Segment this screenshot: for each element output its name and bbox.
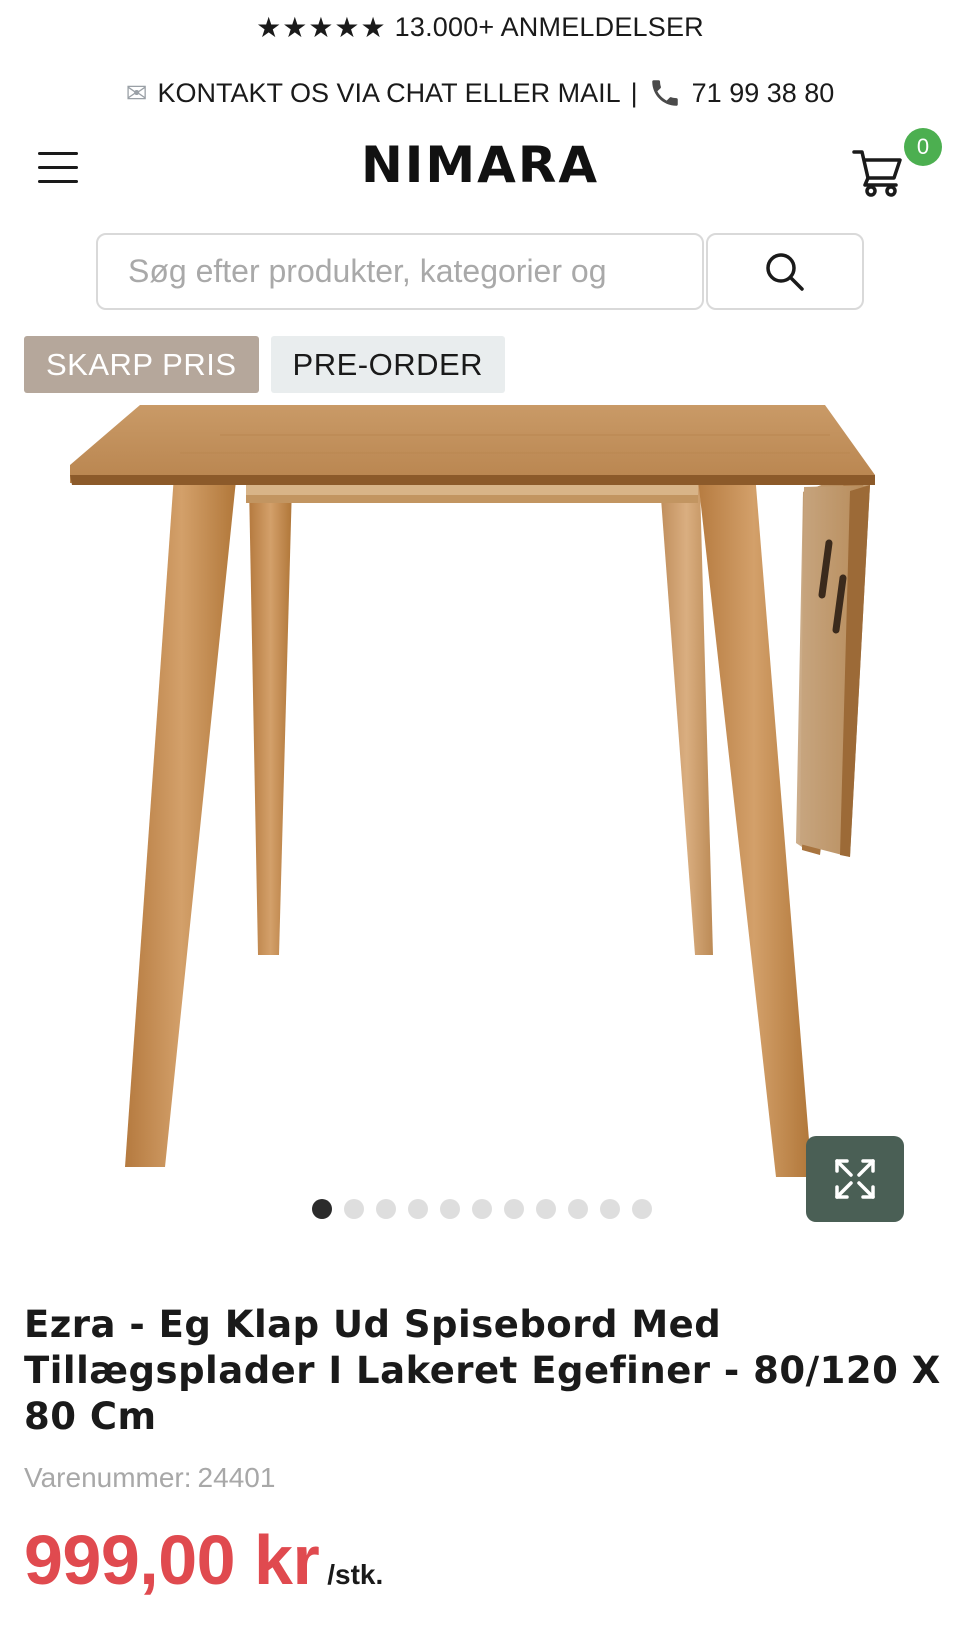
sku-line: Varenummer: 24401 <box>24 1462 275 1494</box>
search-button[interactable] <box>706 233 864 310</box>
carousel-dot[interactable] <box>504 1199 524 1219</box>
price-unit: /stk. <box>327 1559 384 1590</box>
carousel-dot[interactable] <box>536 1199 556 1219</box>
contact-bar: ✉ KONTAKT OS VIA CHAT ELLER MAIL | 71 99… <box>0 68 960 118</box>
carousel-dot[interactable] <box>376 1199 396 1219</box>
search-bar <box>96 233 864 310</box>
contact-link[interactable]: KONTAKT OS VIA CHAT ELLER MAIL <box>158 78 621 109</box>
sku-label: Varenummer: <box>24 1462 192 1493</box>
phone-number-link[interactable]: 71 99 38 80 <box>692 78 835 109</box>
shopping-cart-icon[interactable] <box>850 142 906 198</box>
reviews-count-text: 13.000+ ANMELDELSER <box>394 11 704 42</box>
search-icon <box>766 252 804 291</box>
product-price: 999,00 kr <box>24 1521 320 1599</box>
cart-count-badge: 0 <box>904 128 942 166</box>
reviews-bar: ★★★★★ 13.000+ ANMELDELSER <box>0 0 960 54</box>
carousel-dot[interactable] <box>632 1199 652 1219</box>
phone-icon <box>651 80 678 106</box>
site-header: NIMARA 0 <box>0 128 960 216</box>
image-carousel-dots <box>0 1197 960 1221</box>
carousel-dot[interactable] <box>344 1199 364 1219</box>
carousel-dot[interactable] <box>408 1199 428 1219</box>
carousel-dot[interactable] <box>312 1199 332 1219</box>
search-input[interactable] <box>96 233 704 310</box>
product-badges: SKARP PRIS PRE-ORDER <box>24 336 506 393</box>
product-title: Ezra - Eg Klap Ud Spisebord Med Tillægsp… <box>24 1303 941 1438</box>
rating-stars-icon: ★★★★★ <box>256 11 387 43</box>
price-line: 999,00 kr /stk. <box>24 1520 383 1600</box>
carousel-dot[interactable] <box>600 1199 620 1219</box>
carousel-dot[interactable] <box>472 1199 492 1219</box>
product-image[interactable] <box>0 395 960 1225</box>
site-logo[interactable]: NIMARA <box>0 136 960 194</box>
envelope-icon: ✉ <box>125 77 148 108</box>
sharp-price-badge: SKARP PRIS <box>24 336 259 393</box>
carousel-dot[interactable] <box>568 1199 588 1219</box>
contact-separator: | <box>630 77 638 108</box>
sku-value: 24401 <box>197 1462 276 1493</box>
expand-arrows-icon <box>835 1159 875 1199</box>
carousel-dot[interactable] <box>440 1199 460 1219</box>
preorder-badge: PRE-ORDER <box>270 336 506 393</box>
